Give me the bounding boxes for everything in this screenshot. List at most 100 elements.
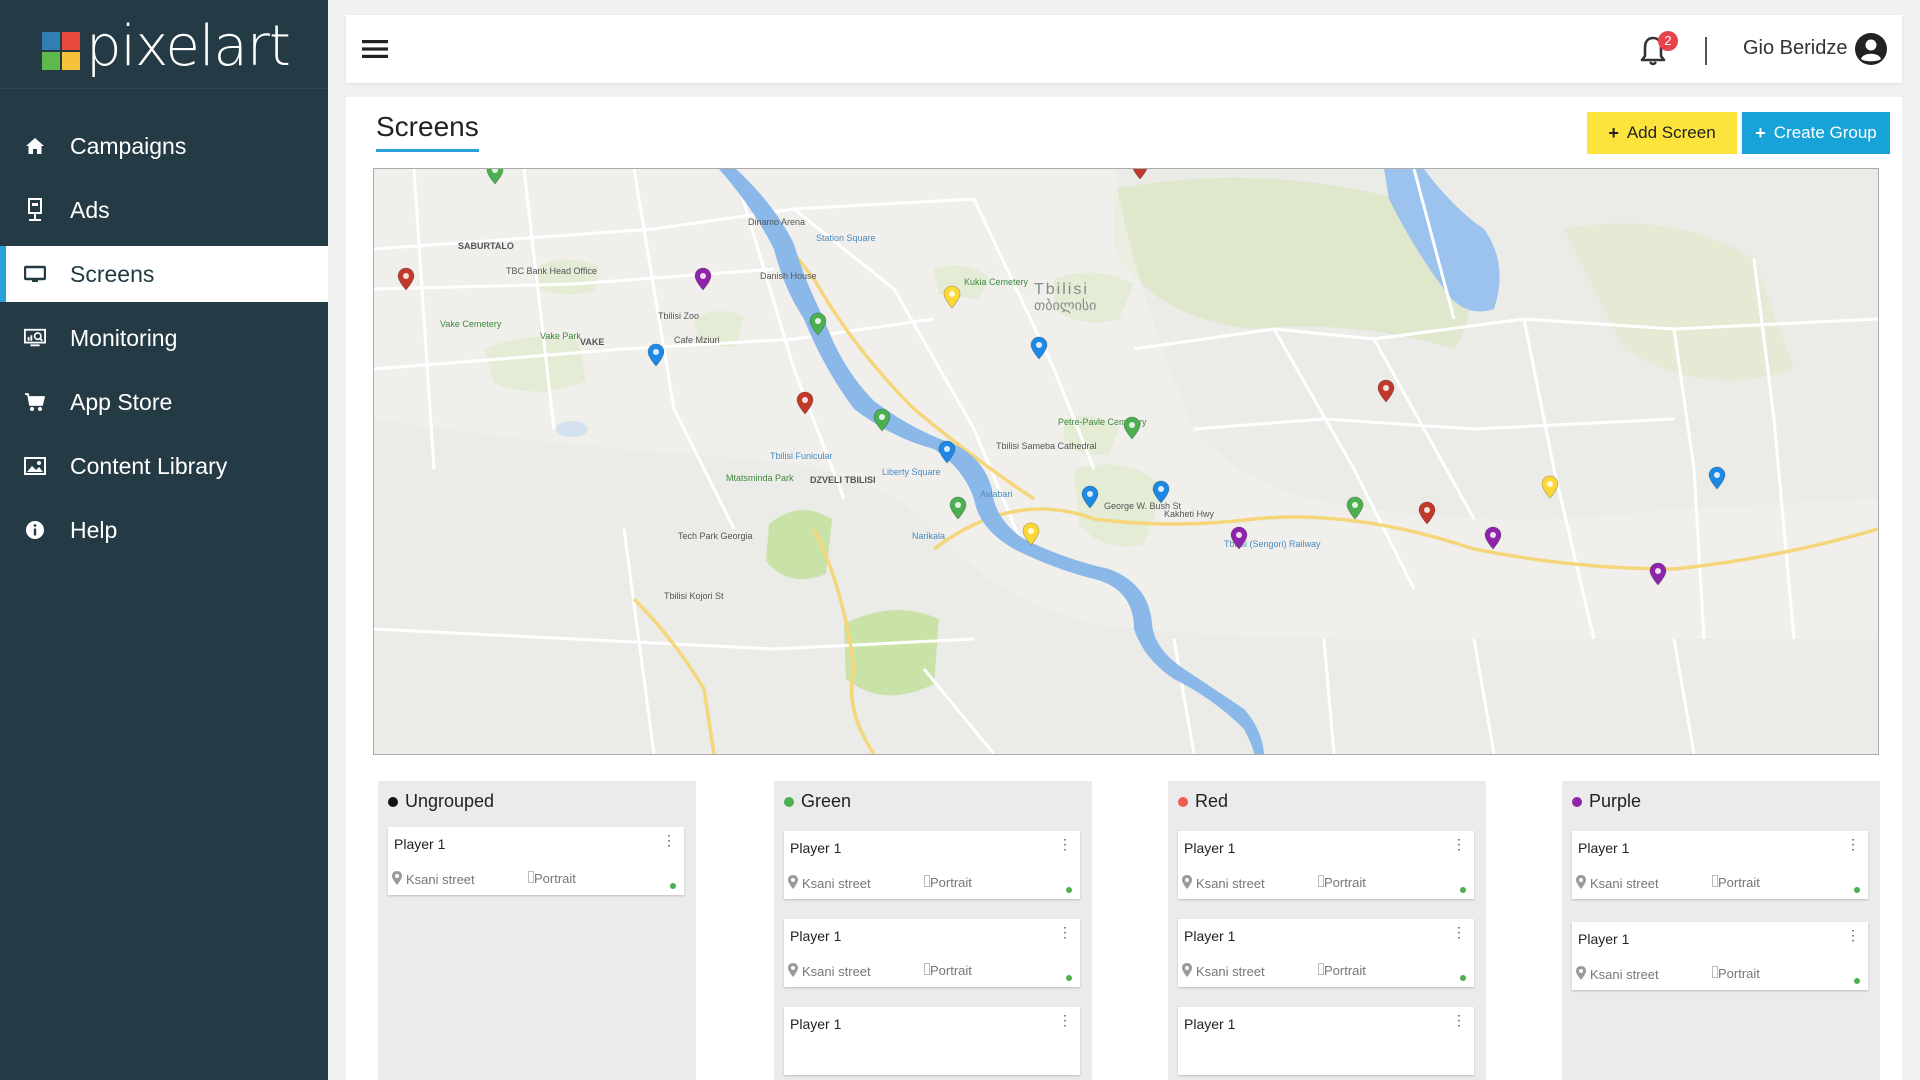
sidebar-item-help[interactable]: Help — [0, 502, 328, 558]
location-text: Ksani street — [1590, 876, 1659, 891]
location-pin-icon — [1576, 875, 1586, 892]
add-screen-label: Add Screen — [1626, 123, 1716, 142]
online-status-dot — [1066, 975, 1072, 981]
screen-location: Ksani street — [1182, 963, 1265, 980]
screen-card[interactable]: Player 1 ⋮ — [1178, 1007, 1474, 1075]
image-icon — [24, 455, 46, 477]
location-pin-icon — [392, 871, 402, 888]
add-screen-button[interactable]: + Add Screen — [1587, 112, 1737, 154]
location-text: Ksani street — [1196, 876, 1265, 891]
cart-icon — [24, 391, 46, 413]
more-vertical-icon[interactable]: ⋮ — [1452, 837, 1466, 851]
logo[interactable]: pixelart — [42, 14, 291, 79]
group-color-dot — [784, 796, 794, 807]
logo-text: pixelart — [86, 14, 291, 79]
sidebar-item-label: Campaigns — [70, 132, 187, 159]
sidebar-item-label: Ads — [70, 196, 110, 223]
map-label: VAKE — [580, 337, 604, 347]
more-vertical-icon[interactable]: ⋮ — [1058, 1013, 1072, 1027]
user-name[interactable]: Gio Beridze — [1743, 37, 1848, 60]
sidebar-item-label: Monitoring — [70, 324, 178, 351]
sidebar-item-screens[interactable]: Screens — [0, 246, 328, 302]
create-group-label: Create Group — [1773, 123, 1877, 142]
map-marker-yellow[interactable] — [1541, 475, 1559, 499]
more-vertical-icon[interactable]: ⋮ — [662, 833, 676, 847]
screens-map[interactable]: SABURTALO TBC Bank Head Office Tbilisi Z… — [373, 168, 1879, 755]
hamburger-menu-icon[interactable] — [362, 37, 388, 61]
plus-icon: + — [1608, 122, 1619, 143]
group-title: Ungrouped — [405, 791, 495, 811]
group-purple: Purple Player 1 ⋮ Ksani street Portrait … — [1562, 781, 1880, 1080]
screen-orientation: Portrait — [924, 963, 972, 978]
group-header: Green — [784, 791, 851, 812]
group-red: Red Player 1 ⋮ Ksani street Portrait Pla… — [1168, 781, 1486, 1080]
screen-name: Player 1 — [1578, 931, 1630, 947]
map-marker-red[interactable] — [1132, 169, 1148, 180]
group-header: Purple — [1572, 791, 1641, 812]
map-label: Tbilisi Kojori St — [664, 591, 724, 601]
map-label: Dinamo Arena — [748, 217, 805, 227]
screen-orientation: Portrait — [1712, 875, 1760, 890]
map-marker-red[interactable] — [1377, 379, 1395, 403]
screen-card[interactable]: Player 1 ⋮ — [784, 1007, 1080, 1075]
screen-orientation: Portrait — [528, 871, 576, 886]
screen-location: Ksani street — [1576, 966, 1659, 983]
page-title: Screens — [376, 111, 479, 152]
map-label: Tbilisi — [1034, 281, 1089, 298]
screen-card[interactable]: Player 1 ⋮ Ksani street Portrait — [1572, 831, 1868, 899]
screen-card[interactable]: Player 1 ⋮ Ksani street Portrait — [1572, 922, 1868, 990]
more-vertical-icon[interactable]: ⋮ — [1846, 928, 1860, 942]
create-group-button[interactable]: + Create Group — [1742, 112, 1890, 154]
orientation-text: Portrait — [1718, 875, 1760, 890]
screen-name: Player 1 — [790, 1016, 842, 1032]
sidebar-item-app-store[interactable]: App Store — [0, 374, 328, 430]
more-vertical-icon[interactable]: ⋮ — [1058, 925, 1072, 939]
online-status-dot — [1066, 887, 1072, 893]
map-label: Danish House — [760, 271, 817, 281]
map-label: Vake Park — [540, 331, 581, 341]
map-label: George W. Bush St — [1104, 501, 1182, 511]
screen-location: Ksani street — [392, 871, 475, 888]
orientation-text: Portrait — [534, 871, 576, 886]
logo-mark-icon — [42, 32, 80, 70]
more-vertical-icon[interactable]: ⋮ — [1452, 925, 1466, 939]
screen-name: Player 1 — [1184, 928, 1236, 944]
screen-card[interactable]: Player 1 ⋮ Ksani street Portrait — [1178, 919, 1474, 987]
location-text: Ksani street — [406, 872, 475, 887]
user-avatar-icon[interactable] — [1854, 32, 1888, 66]
screen-card[interactable]: Player 1 ⋮ Ksani street Portrait — [1178, 831, 1474, 899]
screen-location: Ksani street — [1182, 875, 1265, 892]
online-status-dot — [1460, 975, 1466, 981]
map-marker-blue[interactable] — [1708, 466, 1726, 490]
screen-card[interactable]: Player 1 ⋮ Ksani street Portrait — [388, 827, 684, 895]
group-title: Green — [801, 791, 852, 811]
more-vertical-icon[interactable]: ⋮ — [1846, 837, 1860, 851]
map-label: SABURTALO — [458, 241, 514, 251]
online-status-dot — [670, 883, 676, 889]
main-panel: Screens + Add Screen + Create Group SABU… — [346, 97, 1902, 1080]
screen-card[interactable]: Player 1 ⋮ Ksani street Portrait — [784, 919, 1080, 987]
screen-orientation: Portrait — [1318, 875, 1366, 890]
map-label: Vake Cemetery — [440, 319, 502, 329]
sidebar-item-content-library[interactable]: Content Library — [0, 438, 328, 494]
map-label: Tbilisi Funicular — [770, 451, 833, 461]
orientation-text: Portrait — [1324, 963, 1366, 978]
sidebar-item-ads[interactable]: Ads — [0, 182, 328, 238]
more-vertical-icon[interactable]: ⋮ — [1452, 1013, 1466, 1027]
group-title: Purple — [1589, 791, 1642, 811]
screen-name: Player 1 — [1578, 840, 1630, 856]
screen-location: Ksani street — [788, 875, 871, 892]
sidebar: pixelart Campaigns Ads Screens Monitorin… — [0, 0, 328, 1080]
group-green: Green Player 1 ⋮ Ksani street Portrait P… — [774, 781, 1092, 1080]
sidebar-item-campaigns[interactable]: Campaigns — [0, 118, 328, 174]
group-header: Ungrouped — [388, 791, 494, 812]
screen-card[interactable]: Player 1 ⋮ Ksani street Portrait — [784, 831, 1080, 899]
group-title: Red — [1195, 791, 1229, 811]
location-pin-icon — [1182, 875, 1192, 892]
sidebar-item-monitoring[interactable]: Monitoring — [0, 310, 328, 366]
more-vertical-icon[interactable]: ⋮ — [1058, 837, 1072, 851]
map-label: Mtatsminda Park — [726, 473, 794, 483]
map-label: Narikala — [912, 531, 945, 541]
map-label: Tbilisi Sameba Cathedral — [996, 441, 1097, 451]
location-pin-icon — [1576, 966, 1586, 983]
